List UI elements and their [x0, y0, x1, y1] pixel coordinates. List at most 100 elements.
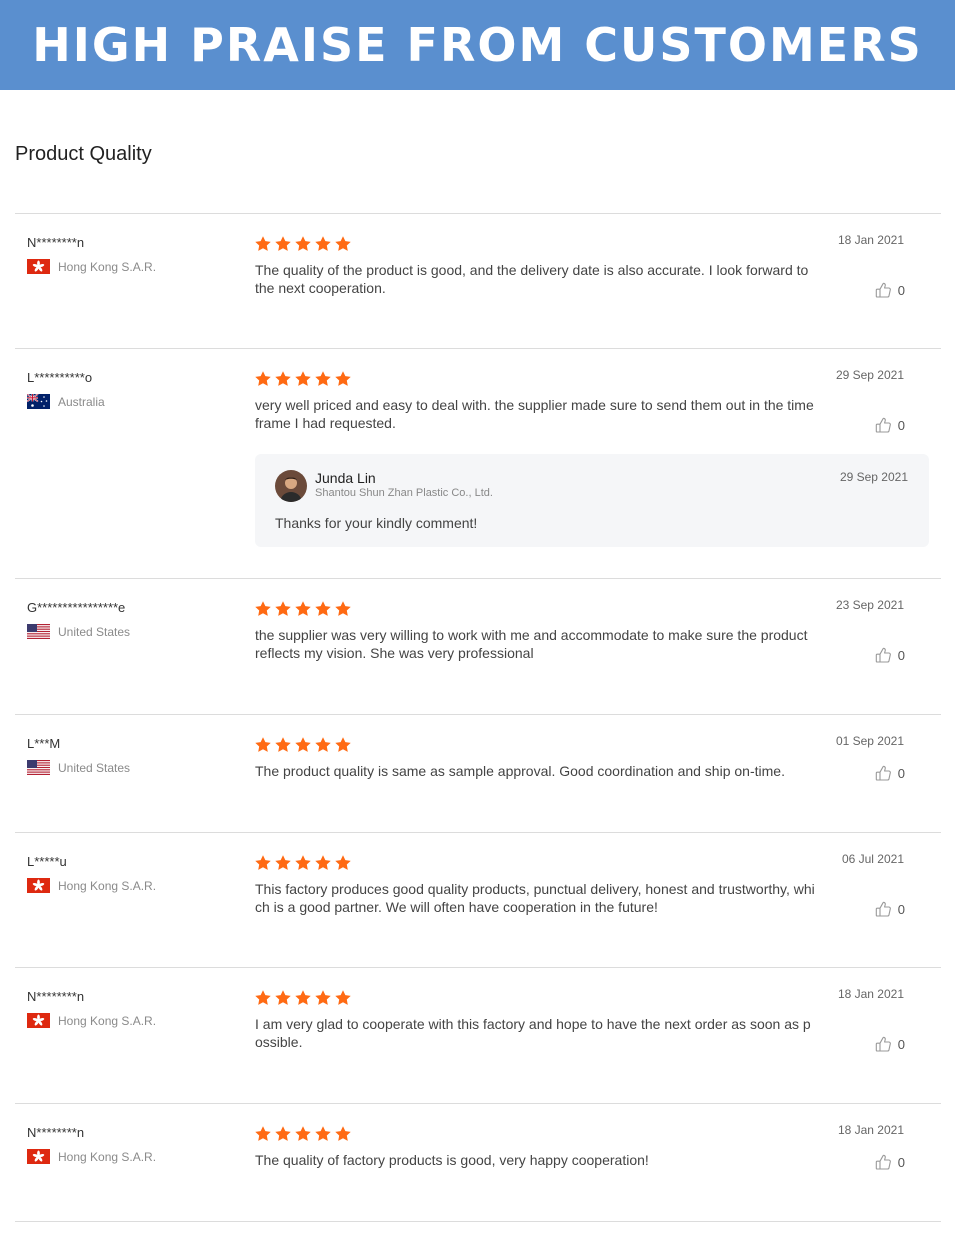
- header-banner: HIGH PRAISE FROM CUSTOMERS: [0, 0, 955, 90]
- star-icon: [254, 235, 272, 253]
- review-text: The quality of the product is good, and …: [255, 262, 809, 296]
- reviewer-country: Australia: [27, 394, 105, 409]
- flag-us-icon: [27, 624, 50, 639]
- reviewer-country: Hong Kong S.A.R.: [27, 1013, 156, 1028]
- star-rating: [254, 854, 352, 872]
- review-date: 23 Sep 2021: [835, 598, 904, 612]
- reviewer-country: Hong Kong S.A.R.: [27, 1149, 156, 1164]
- star-icon: [294, 736, 312, 754]
- country-label: Australia: [58, 394, 105, 409]
- thumbs-up-icon: [874, 764, 892, 782]
- star-icon: [254, 736, 272, 754]
- star-rating: [254, 989, 352, 1007]
- star-rating: [254, 736, 352, 754]
- star-icon: [334, 370, 352, 388]
- divider: [15, 832, 941, 833]
- star-icon: [294, 854, 312, 872]
- reviewer-name: N********n: [27, 235, 85, 250]
- reply-date: 29 Sep 2021: [839, 470, 908, 484]
- star-icon: [254, 989, 272, 1007]
- like-count: 0: [897, 1154, 905, 1170]
- star-icon: [274, 370, 292, 388]
- thumbs-up-icon: [874, 281, 892, 299]
- star-icon: [254, 854, 272, 872]
- like-button[interactable]: 0: [874, 416, 905, 434]
- star-icon: [334, 235, 352, 253]
- star-icon: [314, 370, 332, 388]
- divider: [15, 1103, 941, 1104]
- like-button[interactable]: 0: [874, 1153, 905, 1171]
- divider: [15, 213, 941, 214]
- divider: [15, 714, 941, 715]
- review-text: The product quality is same as sample ap…: [255, 763, 785, 779]
- reviewer-country: United States: [27, 624, 130, 639]
- flag-hk-icon: [27, 1149, 50, 1164]
- star-icon: [314, 736, 332, 754]
- thumbs-up-icon: [874, 416, 892, 434]
- country-label: United States: [58, 760, 131, 775]
- star-icon: [274, 600, 292, 618]
- star-icon: [334, 854, 352, 872]
- review-text: very well priced and easy to deal with. …: [255, 397, 814, 431]
- divider: [15, 1221, 941, 1222]
- star-icon: [334, 1125, 352, 1143]
- like-button[interactable]: 0: [874, 281, 905, 299]
- star-icon: [314, 600, 332, 618]
- star-icon: [274, 1125, 292, 1143]
- review-text: I am very glad to cooperate with this fa…: [255, 1016, 811, 1050]
- country-label: Hong Kong S.A.R.: [58, 878, 157, 893]
- country-label: Hong Kong S.A.R.: [58, 1149, 157, 1164]
- reply-company: Shantou Shun Zhan Plastic Co., Ltd.: [315, 487, 493, 499]
- flag-hk-icon: [27, 259, 50, 274]
- review-date: 29 Sep 2021: [835, 368, 904, 382]
- star-icon: [334, 600, 352, 618]
- reviewer-name: L***M: [27, 736, 61, 751]
- star-rating: [254, 600, 352, 618]
- review-date: 18 Jan 2021: [837, 233, 904, 247]
- star-icon: [294, 235, 312, 253]
- star-icon: [254, 370, 272, 388]
- reply-text: Thanks for your kindly comment!: [275, 515, 478, 531]
- review-date: 06 Jul 2021: [841, 852, 904, 866]
- star-icon: [314, 989, 332, 1007]
- star-icon: [274, 235, 292, 253]
- star-icon: [334, 736, 352, 754]
- divider: [15, 348, 941, 349]
- country-label: Hong Kong S.A.R.: [58, 1013, 157, 1028]
- reviewer-country: Hong Kong S.A.R.: [27, 878, 156, 893]
- reviewer-name: L*****u: [27, 854, 67, 869]
- star-icon: [294, 600, 312, 618]
- like-count: 0: [897, 282, 905, 298]
- reviewer-name: G****************e: [27, 600, 126, 615]
- reviewer-name: N********n: [27, 989, 85, 1004]
- thumbs-up-icon: [874, 900, 892, 918]
- thumbs-up-icon: [874, 1035, 892, 1053]
- like-count: 0: [897, 647, 905, 663]
- reply-author-name: Junda Lin: [315, 470, 376, 486]
- like-count: 0: [897, 417, 905, 433]
- star-icon: [254, 1125, 272, 1143]
- divider: [15, 967, 941, 968]
- star-icon: [314, 854, 332, 872]
- star-icon: [294, 1125, 312, 1143]
- section-title: Product Quality: [15, 143, 152, 165]
- star-icon: [314, 235, 332, 253]
- star-icon: [274, 989, 292, 1007]
- review-text: This factory produces good quality produ…: [255, 881, 815, 915]
- like-button[interactable]: 0: [874, 646, 905, 664]
- star-icon: [274, 736, 292, 754]
- star-icon: [294, 989, 312, 1007]
- like-button[interactable]: 0: [874, 900, 905, 918]
- flag-us-icon: [27, 760, 50, 775]
- like-button[interactable]: 0: [874, 1035, 905, 1053]
- country-label: United States: [58, 624, 131, 639]
- star-rating: [254, 235, 352, 253]
- like-button[interactable]: 0: [874, 764, 905, 782]
- star-icon: [334, 989, 352, 1007]
- reviewer-name: N********n: [27, 1125, 85, 1140]
- star-icon: [254, 600, 272, 618]
- like-count: 0: [897, 1036, 905, 1052]
- star-icon: [314, 1125, 332, 1143]
- star-icon: [274, 854, 292, 872]
- thumbs-up-icon: [874, 1153, 892, 1171]
